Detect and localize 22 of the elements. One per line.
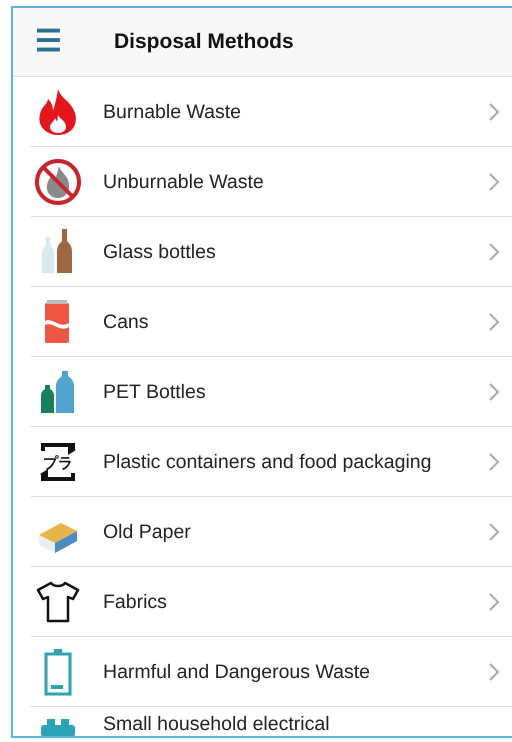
menu-icon[interactable]: ☰ xyxy=(35,27,62,57)
no-fire-icon xyxy=(35,157,81,207)
screen-title: Disposal Methods xyxy=(114,30,294,54)
list-item[interactable]: Cans xyxy=(13,287,512,357)
list-item[interactable]: Burnable Waste xyxy=(13,77,512,147)
list-item[interactable]: Old Paper xyxy=(13,497,512,567)
list-item[interactable]: Fabrics xyxy=(13,567,512,637)
item-label: Small household electrical xyxy=(103,713,331,736)
item-label: Unburnable Waste xyxy=(103,170,265,194)
list-item[interactable]: プラ Plastic containers and food packaging xyxy=(13,427,512,497)
list-item[interactable]: PET Bottles xyxy=(13,357,512,427)
item-label: Glass bottles xyxy=(103,240,217,264)
item-label: Cans xyxy=(103,310,150,334)
item-label: Burnable Waste xyxy=(103,100,242,124)
item-label: Old Paper xyxy=(103,520,192,544)
item-label: Plastic containers and food packaging xyxy=(103,450,432,474)
list-item[interactable]: Unburnable Waste xyxy=(13,147,512,217)
list-item[interactable]: Harmful and Dangerous Waste xyxy=(13,637,512,707)
item-label: Harmful and Dangerous Waste xyxy=(103,660,371,684)
item-label: Fabrics xyxy=(103,590,168,614)
item-label: PET Bottles xyxy=(103,380,207,404)
list-item[interactable]: Glass bottles xyxy=(13,217,512,287)
